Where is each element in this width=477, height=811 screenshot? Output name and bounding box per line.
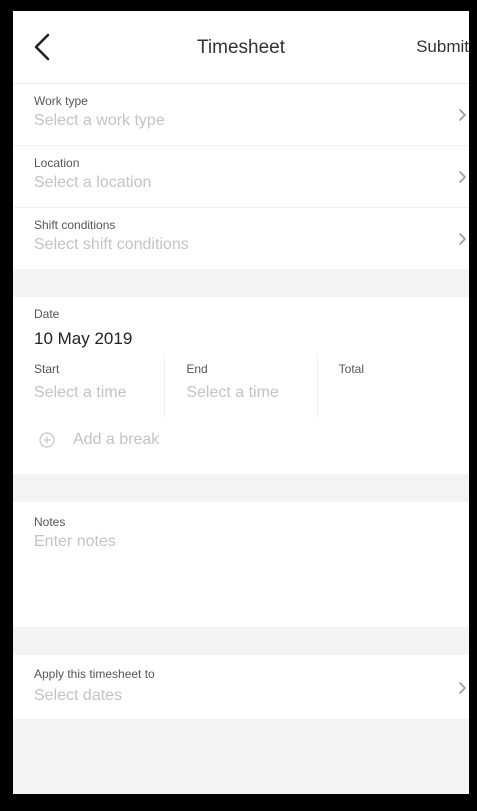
chevron-right-icon	[459, 233, 466, 245]
submit-button[interactable]: Submit	[416, 37, 469, 57]
work-type-label: Work type	[34, 94, 88, 108]
timesheet-screen: Timesheet Submit Work type Select a work…	[13, 11, 469, 794]
total-time-field: Total	[318, 354, 469, 417]
date-value: 10 May 2019	[34, 329, 133, 348]
notes-label: Notes	[34, 515, 66, 529]
nav-header: Timesheet Submit	[13, 11, 469, 84]
location-row[interactable]: Location Select a location	[13, 146, 469, 208]
apply-label: Apply this timesheet to	[34, 667, 155, 681]
shift-conditions-placeholder: Select shift conditions	[34, 236, 189, 253]
notes-field[interactable]: Notes Enter notes	[13, 502, 469, 627]
plus-circle-icon	[39, 432, 55, 448]
end-label: End	[186, 362, 208, 376]
location-label: Location	[34, 156, 80, 170]
chevron-right-icon	[459, 109, 466, 121]
add-break-label: Add a break	[73, 431, 160, 448]
apply-dates-row[interactable]: Apply this timesheet to Select dates	[13, 655, 469, 719]
total-label: Total	[338, 362, 365, 376]
apply-placeholder: Select dates	[34, 687, 123, 704]
start-time-field[interactable]: Start Select a time	[13, 354, 166, 417]
date-section: Date 10 May 2019 Start Select a time End…	[13, 297, 469, 474]
end-placeholder: Select a time	[186, 384, 279, 401]
location-placeholder: Select a location	[34, 174, 152, 191]
shift-conditions-row[interactable]: Shift conditions Select shift conditions	[13, 208, 469, 269]
notes-placeholder: Enter notes	[34, 533, 116, 550]
chevron-right-icon	[459, 171, 466, 183]
page-title: Timesheet	[197, 37, 285, 58]
shift-conditions-label: Shift conditions	[34, 218, 116, 232]
start-placeholder: Select a time	[34, 384, 127, 401]
section-gap	[13, 627, 469, 655]
work-type-placeholder: Select a work type	[34, 112, 165, 129]
details-section: Work type Select a work type Location Se…	[13, 84, 469, 269]
date-label: Date	[34, 307, 60, 321]
chevron-right-icon	[459, 682, 466, 694]
section-gap	[13, 269, 469, 297]
time-range: Start Select a time End Select a time To…	[13, 354, 469, 417]
end-time-field[interactable]: End Select a time	[165, 354, 318, 417]
section-gap	[13, 474, 469, 502]
add-break-button[interactable]: Add a break	[13, 417, 469, 474]
date-field[interactable]: Date 10 May 2019	[13, 297, 469, 354]
start-label: Start	[34, 362, 60, 376]
work-type-row[interactable]: Work type Select a work type	[13, 84, 469, 146]
